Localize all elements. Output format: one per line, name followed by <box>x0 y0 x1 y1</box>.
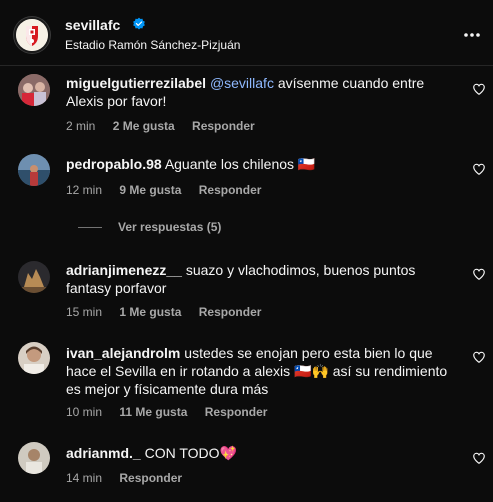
verified-badge-icon <box>133 17 145 30</box>
comment-body: pedropablo.98 Aguante los chilenos 🇨🇱 <box>66 155 458 173</box>
likes-count[interactable]: 9 Me gusta <box>119 183 181 197</box>
heart-icon[interactable] <box>472 451 486 465</box>
likes-count[interactable]: 2 Me gusta <box>113 119 175 133</box>
comment-time: 14 min <box>66 471 103 485</box>
likes-count[interactable]: 1 Me gusta <box>119 305 181 319</box>
sevilla-crest-avatar[interactable] <box>14 17 50 53</box>
comment-time: 10 min <box>66 405 103 419</box>
comment-username[interactable]: pedropablo.98 <box>66 156 162 172</box>
user-avatar[interactable] <box>18 442 50 474</box>
comment-body: miguelgutierrezilabel @sevillafc avísenm… <box>66 74 458 110</box>
comment-username[interactable]: adrianjimenezz__ <box>66 262 182 278</box>
comment-text: Aguante los chilenos 🇨🇱 <box>164 156 316 172</box>
comment-username[interactable]: adrianmd._ <box>66 445 141 461</box>
comment-body: adrianmd._ CON TODO💖 <box>66 444 458 462</box>
comment-time: 2 min <box>66 119 96 133</box>
heart-icon[interactable] <box>472 267 486 281</box>
heart-icon[interactable] <box>472 162 486 176</box>
comment-username[interactable]: miguelgutierrezilabel <box>66 75 206 91</box>
comment-time: 15 min <box>66 305 103 319</box>
reply-button[interactable]: Responder <box>199 183 262 197</box>
comment-time: 12 min <box>66 183 103 197</box>
comment-meta: 10 min 11 Me gusta Responder <box>66 405 281 419</box>
heart-icon[interactable] <box>472 350 486 364</box>
view-replies-button[interactable]: Ver respuestas (5) <box>78 220 221 234</box>
reply-button[interactable]: Responder <box>192 119 255 133</box>
post-location[interactable]: Estadio Ramón Sánchez-Pizjuán <box>65 38 240 52</box>
view-replies-label[interactable]: Ver respuestas (5) <box>118 220 221 234</box>
comment-meta: 14 min Responder <box>66 471 196 485</box>
comment-text: CON TODO💖 <box>144 445 237 461</box>
comment-body: adrianjimenezz__ suazo y vlachodimos, bu… <box>66 261 458 297</box>
comment-meta: 12 min 9 Me gusta Responder <box>66 183 275 197</box>
mention-link[interactable]: @sevillafc <box>210 75 274 91</box>
reply-button[interactable]: Responder <box>205 405 268 419</box>
comment-meta: 15 min 1 Me gusta Responder <box>66 305 275 319</box>
replies-divider <box>78 226 102 228</box>
comment-body: ivan_alejandrolm ustedes se enojan pero … <box>66 344 458 398</box>
reply-button[interactable]: Responder <box>199 305 262 319</box>
comment-username[interactable]: ivan_alejandrolm <box>66 345 180 361</box>
user-avatar[interactable] <box>18 342 50 374</box>
likes-count[interactable]: 11 Me gusta <box>119 405 187 419</box>
reply-button[interactable]: Responder <box>119 471 182 485</box>
user-avatar[interactable] <box>18 154 50 186</box>
post-username[interactable]: sevillafc <box>65 17 120 33</box>
comment-meta: 2 min 2 Me gusta Responder <box>66 119 269 133</box>
user-avatar[interactable] <box>18 261 50 293</box>
heart-icon[interactable] <box>472 82 486 96</box>
post-header: sevillafc Estadio Ramón Sánchez-Pizjuán <box>0 0 493 66</box>
more-options-icon[interactable] <box>462 25 482 45</box>
user-avatar[interactable] <box>18 74 50 106</box>
